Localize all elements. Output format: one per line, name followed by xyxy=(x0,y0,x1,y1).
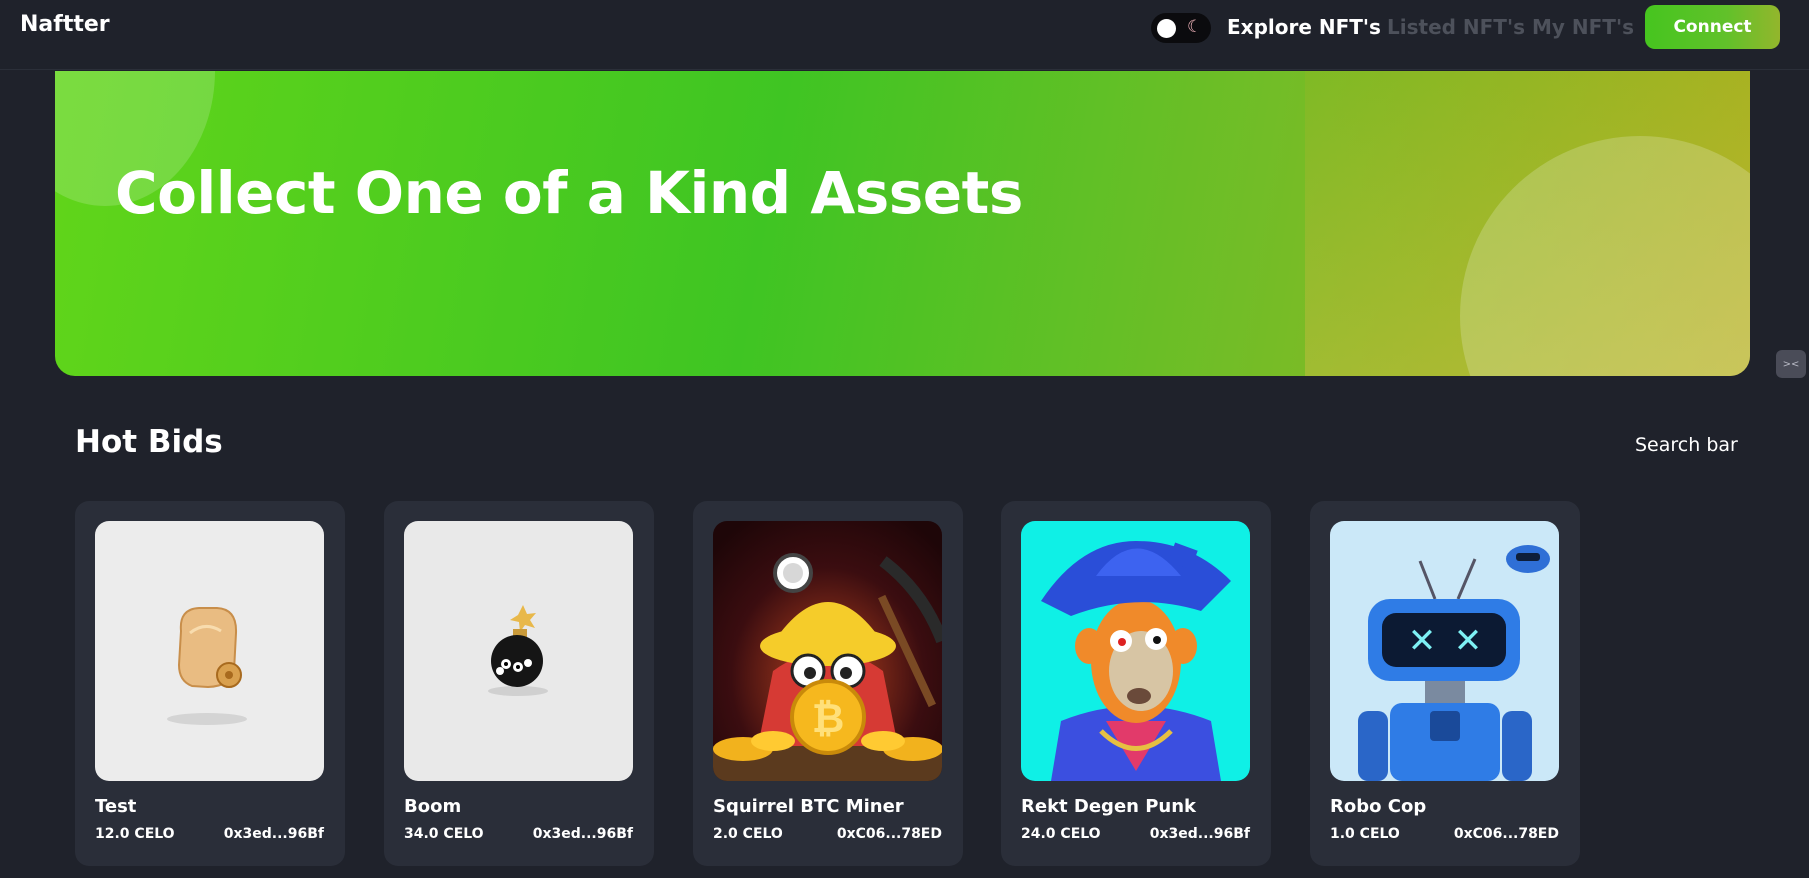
nft-name: Test xyxy=(95,796,137,817)
hero-title: Collect One of a Kind Assets xyxy=(115,159,1023,227)
theme-toggle[interactable]: ☾ xyxy=(1151,13,1211,43)
nft-card[interactable]: Boom 34.0 CELO 0x3ed...96Bf xyxy=(384,501,654,866)
nft-price: 24.0 CELO xyxy=(1021,826,1101,842)
search-bar[interactable]: Search bar xyxy=(1635,434,1738,456)
nft-price: 1.0 CELO xyxy=(1330,826,1400,842)
hero-banner: Collect One of a Kind Assets xyxy=(55,71,1750,376)
nft-image: ₿ xyxy=(713,521,942,781)
connect-wallet-button[interactable]: Connect xyxy=(1645,5,1780,49)
svg-text:₿: ₿ xyxy=(812,696,845,742)
brand-logo[interactable]: Naftter xyxy=(20,12,110,37)
nft-image: ✕ ✕ xyxy=(1330,521,1559,781)
nft-image xyxy=(1021,521,1250,781)
svg-text:✕: ✕ xyxy=(1454,621,1483,661)
nft-image xyxy=(95,521,324,781)
nft-price: 2.0 CELO xyxy=(713,826,783,842)
nav-explore-nfts[interactable]: Explore NFT's xyxy=(1227,15,1381,39)
nft-price: 34.0 CELO xyxy=(404,826,484,842)
svg-text:✕: ✕ xyxy=(1408,621,1437,661)
nft-name: Squirrel BTC Miner xyxy=(713,796,904,817)
top-navbar: Naftter ☾ Explore NFT's Listed NFT's My … xyxy=(0,0,1809,70)
nft-image xyxy=(404,521,633,781)
side-widget-icon[interactable]: >< xyxy=(1776,350,1806,378)
nft-owner: 0x3ed...96Bf xyxy=(1149,826,1250,842)
nft-price: 12.0 CELO xyxy=(95,826,175,842)
nft-name: Robo Cop xyxy=(1330,796,1427,817)
moon-icon: ☾ xyxy=(1187,17,1203,37)
nft-owner: 0x3ed...96Bf xyxy=(223,826,324,842)
section-title: Hot Bids xyxy=(75,424,223,460)
nft-owner: 0xC06...78ED xyxy=(836,826,942,842)
toggle-knob xyxy=(1157,19,1176,38)
nft-name: Rekt Degen Punk xyxy=(1021,796,1197,817)
nft-card[interactable]: Test 12.0 CELO 0x3ed...96Bf xyxy=(75,501,345,866)
nft-card[interactable]: ₿ Squirrel BTC Miner 2.0 CELO 0xC06...78… xyxy=(693,501,963,866)
nft-card[interactable]: ✕ ✕ Robo Cop 1.0 CELO 0xC06...78ED xyxy=(1310,501,1580,866)
nav-my-nfts[interactable]: My NFT's xyxy=(1532,15,1634,39)
nft-owner: 0x3ed...96Bf xyxy=(532,826,633,842)
nft-name: Boom xyxy=(404,796,462,817)
nft-card[interactable]: Rekt Degen Punk 24.0 CELO 0x3ed...96Bf xyxy=(1001,501,1271,866)
nft-owner: 0xC06...78ED xyxy=(1453,826,1559,842)
nav-listed-nfts[interactable]: Listed NFT's xyxy=(1387,15,1525,39)
